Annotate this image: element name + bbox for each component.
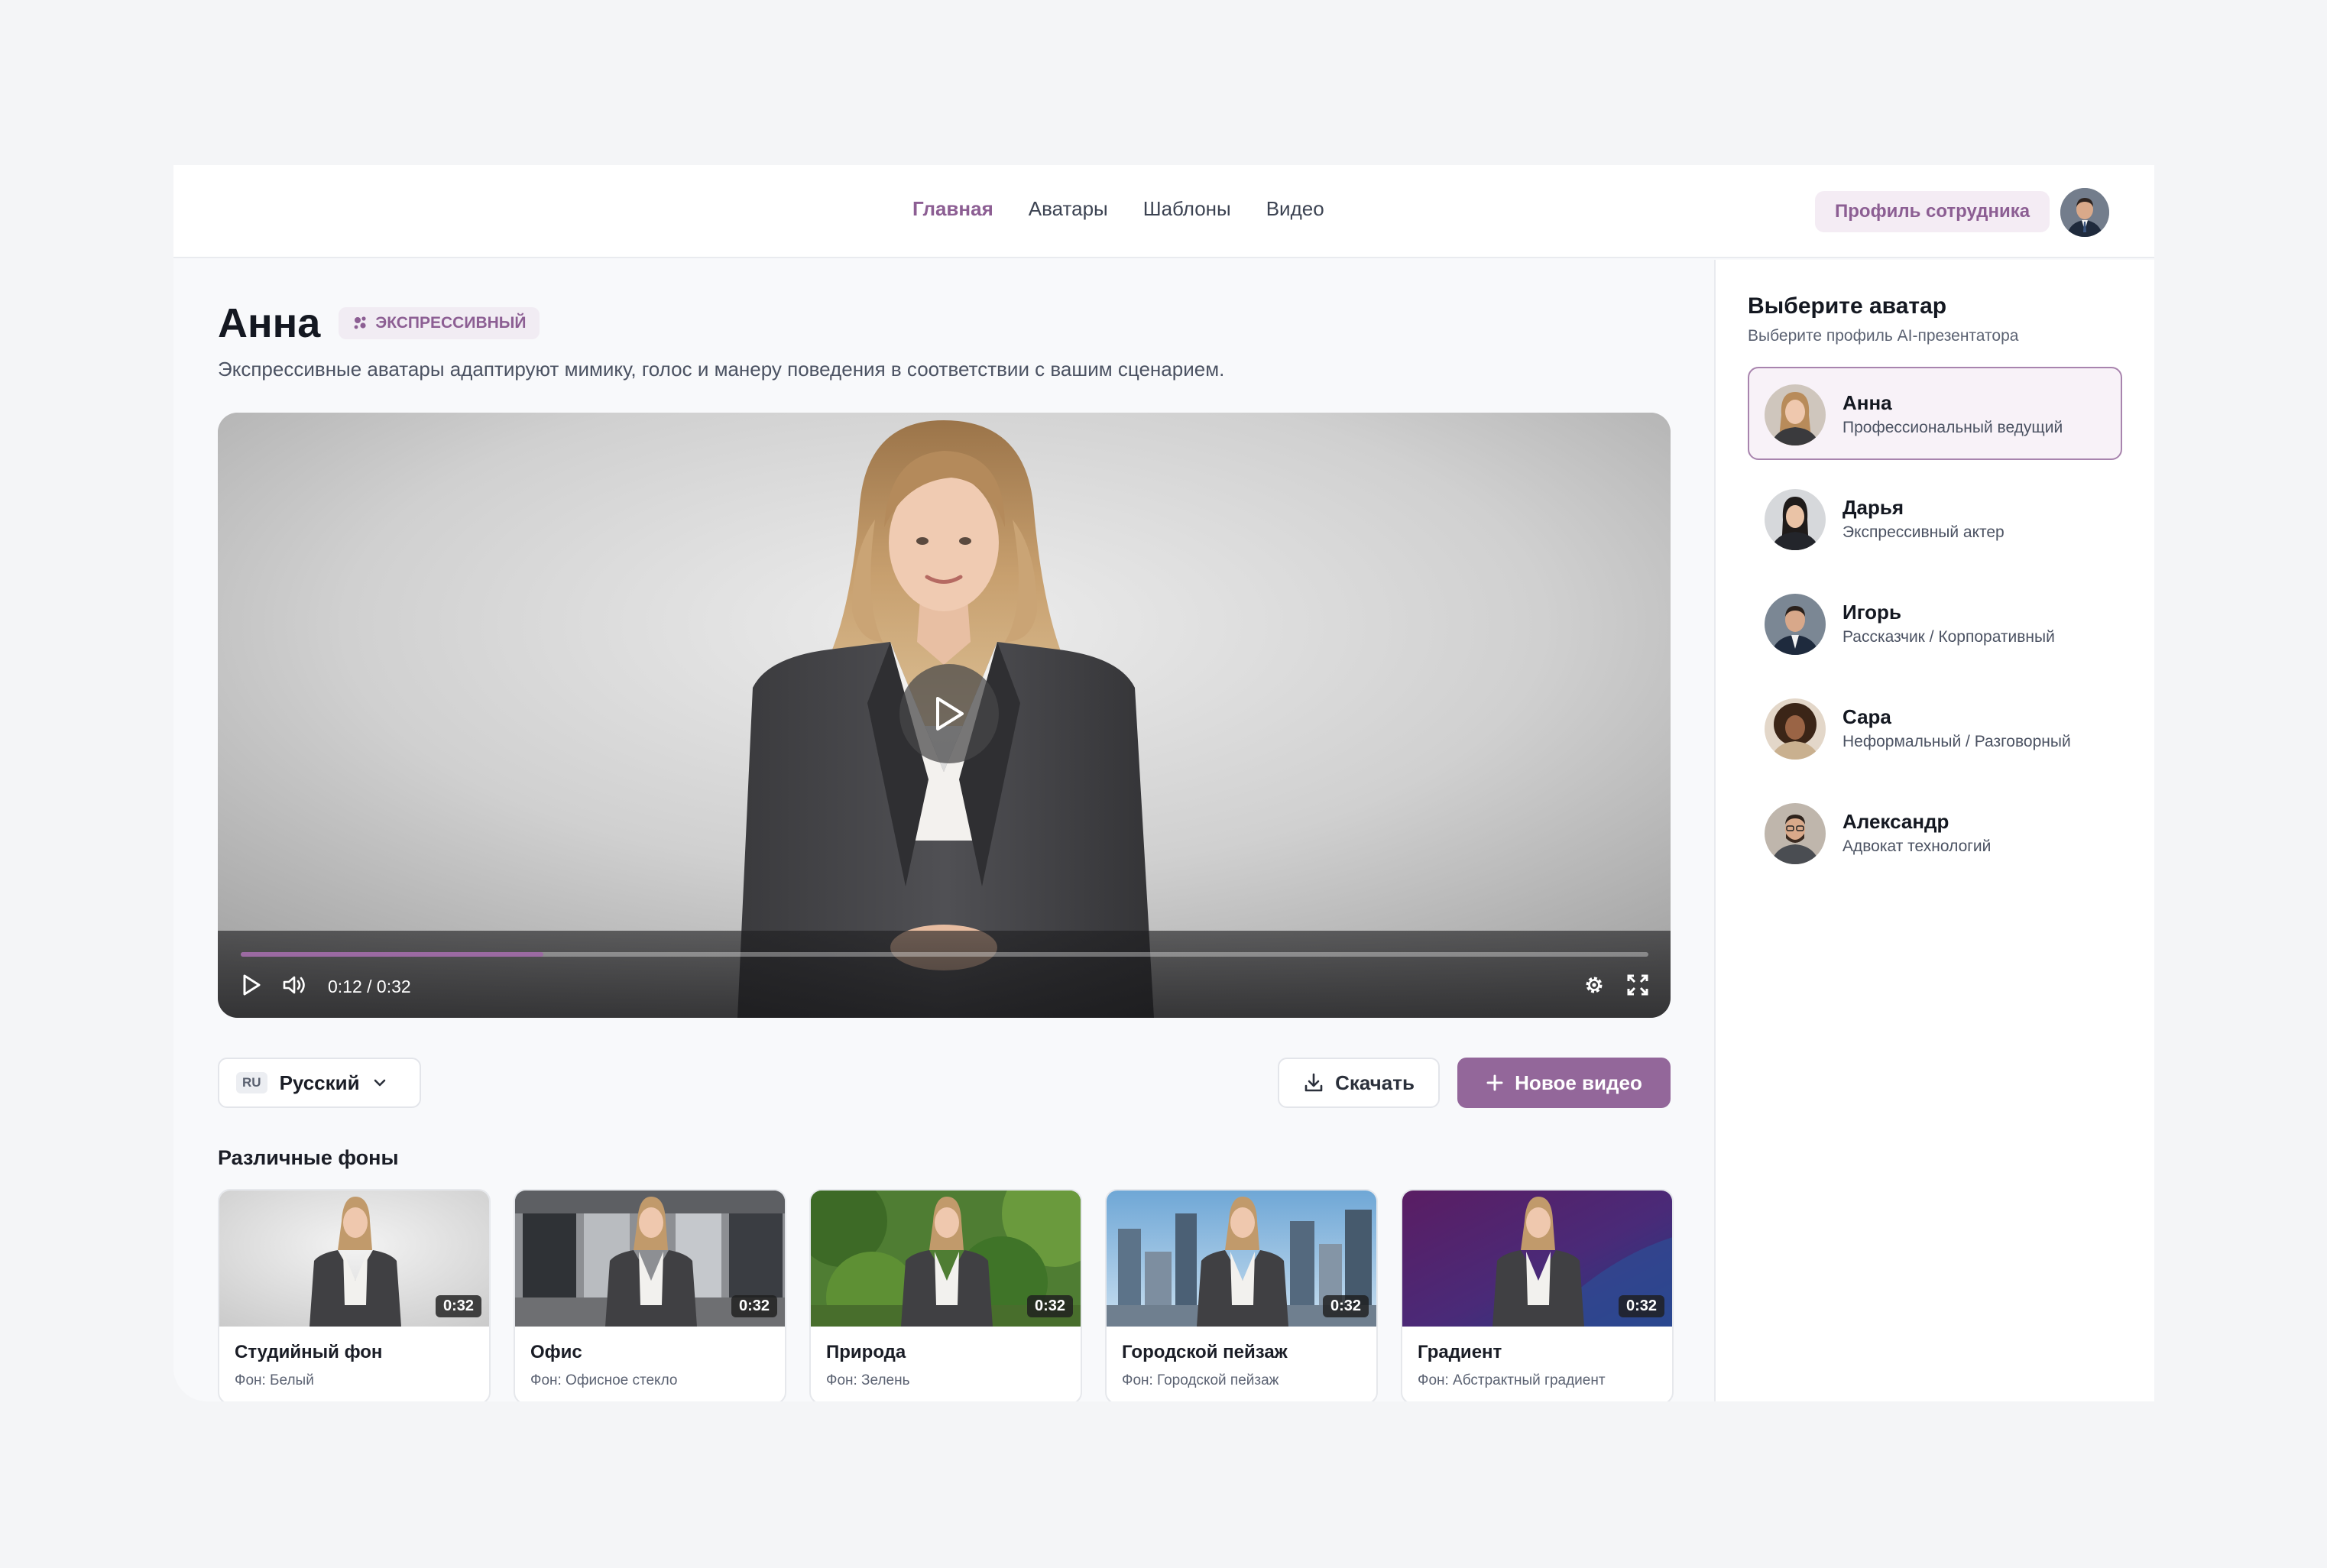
background-card-office[interactable]: 0:32 Офис Фон: Офисное стекло [514, 1189, 786, 1401]
avatar-role: Профессиональный ведущий [1842, 419, 2063, 436]
page-subtitle: Экспрессивные аватары адаптируют мимику,… [218, 358, 1225, 381]
download-label: Скачать [1335, 1071, 1415, 1094]
main-content: Анна ЭКСПРЕССИВНЫЙ Экспрессивные аватары… [173, 260, 1714, 1401]
avatar-item-igor[interactable]: Игорь Рассказчик / Корпоративный [1748, 576, 2122, 669]
download-icon [1304, 1073, 1323, 1092]
avatar-item-alexander[interactable]: Александр Адвокат технологий [1748, 786, 2122, 879]
avatar-role: Неформальный / Разговорный [1842, 733, 2071, 750]
backgrounds-title: Различные фоны [218, 1146, 399, 1169]
background-name: Студийный фон [235, 1342, 383, 1362]
avatar-name: Игорь [1842, 601, 1901, 624]
avatar-role: Экспрессивный актер [1842, 523, 2005, 541]
background-thumbnail: 0:32 [219, 1191, 489, 1327]
avatar [1765, 489, 1826, 550]
avatar-item-sara[interactable]: Сара Неформальный / Разговорный [1748, 681, 2122, 774]
chevron-down-icon [374, 1079, 385, 1087]
play-icon[interactable] [241, 974, 262, 996]
background-desc: Фон: Белый [235, 1372, 314, 1388]
background-card-nature[interactable]: 0:32 Природа Фон: Зелень [809, 1189, 1082, 1401]
progress-fill [241, 952, 544, 957]
avatar-name: Анна [1842, 391, 1892, 414]
avatar-item-anna[interactable]: Анна Профессиональный ведущий [1748, 367, 2122, 460]
new-video-button[interactable]: Новое видео [1457, 1058, 1671, 1108]
avatar [1765, 594, 1826, 655]
background-desc: Фон: Зелень [826, 1372, 910, 1388]
play-icon [936, 697, 964, 731]
duration-badge: 0:32 [1026, 1295, 1073, 1317]
badge-label: ЭКСПРЕССИВНЫЙ [375, 314, 527, 332]
avatar-role: Адвокат технологий [1842, 837, 1992, 855]
duration-badge: 0:32 [435, 1295, 481, 1317]
avatar-name: Сара [1842, 705, 1891, 728]
background-thumbnail: 0:32 [515, 1191, 785, 1327]
avatar-item-darya[interactable]: Дарья Экспрессивный актер [1748, 471, 2122, 565]
background-name: Природа [826, 1342, 906, 1362]
expressive-badge: ЭКСПРЕССИВНЫЙ [339, 307, 540, 339]
settings-icon[interactable] [1583, 974, 1606, 996]
sidebar-subtitle: Выберите профиль AI-презентатора [1748, 327, 2019, 345]
nav-home[interactable]: Главная [912, 197, 993, 221]
duration-badge: 0:32 [1322, 1295, 1369, 1317]
avatar-list: Анна Профессиональный ведущий Дарья Эксп… [1748, 367, 2122, 890]
background-name: Городской пейзаж [1122, 1342, 1288, 1362]
sparkle-icon [354, 316, 366, 329]
plus-icon [1486, 1074, 1503, 1091]
nav-avatars[interactable]: Аватары [1029, 197, 1108, 221]
video-player[interactable]: 0:12 / 0:32 [218, 413, 1671, 1018]
user-avatar-image [2060, 188, 2109, 237]
main-nav: Главная Аватары Шаблоны Видео [912, 197, 1324, 221]
background-desc: Фон: Абстрактный градиент [1418, 1372, 1606, 1388]
nav-videos[interactable]: Видео [1266, 197, 1324, 221]
app-window: Главная Аватары Шаблоны Видео Профиль со… [173, 165, 2154, 1401]
player-controls: 0:12 / 0:32 [218, 931, 1671, 1018]
avatar [1765, 803, 1826, 864]
language-code: RU [236, 1072, 267, 1093]
duration-badge: 0:32 [731, 1295, 777, 1317]
fullscreen-icon[interactable] [1626, 974, 1649, 996]
language-label: Русский [279, 1071, 360, 1094]
volume-icon[interactable] [282, 974, 308, 996]
background-thumbnail: 0:32 [1107, 1191, 1376, 1327]
page-title: Анна [218, 300, 321, 346]
title-row: Анна ЭКСПРЕССИВНЫЙ [218, 300, 540, 347]
progress-bar[interactable] [241, 952, 1648, 957]
background-thumbnail: 0:32 [811, 1191, 1081, 1327]
background-thumbnail: 0:32 [1402, 1191, 1672, 1327]
avatar-name: Дарья [1842, 496, 1904, 519]
background-desc: Фон: Городской пейзаж [1122, 1372, 1279, 1388]
background-card-studio[interactable]: 0:32 Студийный фон Фон: Белый [218, 1189, 491, 1401]
background-name: Градиент [1418, 1342, 1502, 1362]
backgrounds-list: 0:32 Студийный фон Фон: Белый 0:32 Офис … [218, 1189, 1674, 1401]
avatar-name: Александр [1842, 810, 1949, 833]
nav-templates[interactable]: Шаблоны [1143, 197, 1231, 221]
duration-badge: 0:32 [1618, 1295, 1664, 1317]
avatar-sidebar: Выберите аватар Выберите профиль AI-през… [1714, 260, 2154, 1401]
background-card-city[interactable]: 0:32 Городской пейзаж Фон: Городской пей… [1105, 1189, 1378, 1401]
avatar-role: Рассказчик / Корпоративный [1842, 628, 2055, 646]
user-avatar[interactable] [2060, 188, 2109, 237]
avatar [1765, 698, 1826, 760]
background-card-gradient[interactable]: 0:32 Градиент Фон: Абстрактный градиент [1401, 1189, 1674, 1401]
sidebar-title: Выберите аватар [1748, 293, 1947, 319]
background-desc: Фон: Офисное стекло [530, 1372, 678, 1388]
background-name: Офис [530, 1342, 582, 1362]
playback-time: 0:12 / 0:32 [328, 977, 411, 996]
top-bar: Главная Аватары Шаблоны Видео Профиль со… [173, 165, 2154, 258]
employee-profile-button[interactable]: Профиль сотрудника [1815, 191, 2050, 232]
download-button[interactable]: Скачать [1278, 1058, 1440, 1108]
big-play-button[interactable] [899, 664, 999, 763]
language-select[interactable]: RU Русский [218, 1058, 421, 1108]
avatar [1765, 384, 1826, 445]
new-video-label: Новое видео [1515, 1071, 1642, 1094]
